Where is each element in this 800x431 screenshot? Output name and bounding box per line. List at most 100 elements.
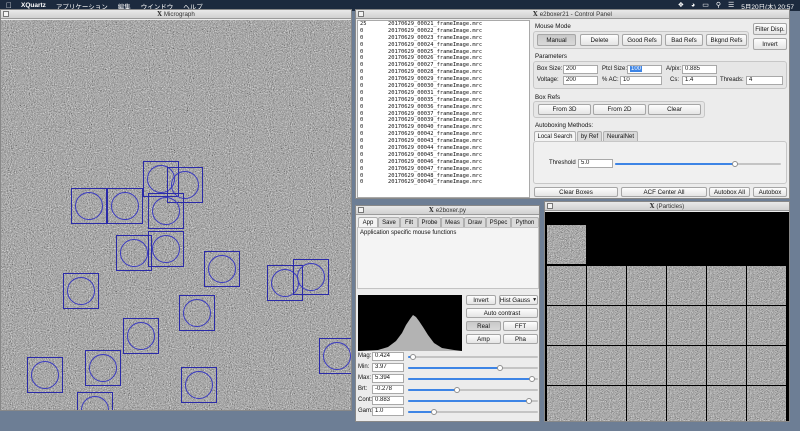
x11-icon[interactable]: ❖ <box>678 2 684 9</box>
mag-slider[interactable] <box>408 354 538 360</box>
particle-thumbnail[interactable] <box>667 346 706 385</box>
clear-refs-button[interactable]: Clear <box>648 104 701 115</box>
particle-thumbnail[interactable] <box>707 306 746 345</box>
micrograph-list[interactable]: 25 20170629_00021_frameImage.mrc 0 2017062… <box>357 20 530 198</box>
box-size-field[interactable]: 200 <box>563 65 598 74</box>
particle-box[interactable] <box>123 318 159 354</box>
battery-icon[interactable]: ▭ <box>702 2 709 9</box>
slider-knob[interactable] <box>454 387 461 393</box>
tab-neuralnet[interactable]: NeuralNet <box>603 131 638 141</box>
cont-field[interactable]: 0.883 <box>372 396 404 405</box>
particle-thumbnail[interactable] <box>707 346 746 385</box>
particle-box[interactable] <box>63 273 99 309</box>
tab-app[interactable]: App <box>358 217 378 227</box>
list-item[interactable]: 0 20170629_00046_frameImage.mrc <box>358 159 529 166</box>
list-item[interactable]: 0 20170629_00028_frameImage.mrc <box>358 69 529 76</box>
particle-thumbnail[interactable] <box>587 266 626 305</box>
list-item[interactable]: 0 20170629_00035_frameImage.mrc <box>358 97 529 104</box>
list-item[interactable]: 0 20170629_00043_frameImage.mrc <box>358 138 529 145</box>
wifi-icon[interactable]: ◕ <box>691 2 695 9</box>
particle-box[interactable] <box>319 338 351 374</box>
from-3d-button[interactable]: From 3D <box>538 104 591 115</box>
particle-box[interactable] <box>85 350 121 386</box>
threads-field[interactable]: 4 <box>746 76 783 85</box>
tab-probe[interactable]: Probe <box>418 217 441 227</box>
close-icon[interactable] <box>358 207 364 213</box>
particle-box[interactable] <box>107 188 143 224</box>
particle-thumbnail[interactable] <box>667 266 706 305</box>
particle-thumbnail[interactable] <box>747 386 786 421</box>
list-item[interactable]: 0 20170629_00026_frameImage.mrc <box>358 55 529 62</box>
list-item[interactable]: 0 20170629_00023_frameImage.mrc <box>358 35 529 42</box>
particle-thumbnail[interactable] <box>547 266 586 305</box>
cont-slider[interactable] <box>408 398 538 404</box>
list-item[interactable]: 0 20170629_00031_frameImage.mrc <box>358 90 529 97</box>
pct-ac-field[interactable]: 10 <box>620 76 662 85</box>
particle-thumbnail[interactable] <box>547 306 586 345</box>
particle-thumbnail[interactable] <box>627 386 666 421</box>
cs-field[interactable]: 1.4 <box>682 76 717 85</box>
particle-thumbnail[interactable] <box>667 306 706 345</box>
min-field[interactable]: 3.97 <box>372 363 404 372</box>
particle-thumbnail[interactable] <box>587 306 626 345</box>
brt-field[interactable]: -0.278 <box>372 385 404 394</box>
ptcl-size-field[interactable]: 100 <box>627 65 662 74</box>
list-item[interactable]: 0 20170629_00036_frameImage.mrc <box>358 104 529 111</box>
apix-field[interactable]: 0.885 <box>682 65 717 74</box>
particle-box[interactable] <box>77 392 113 410</box>
slider-knob[interactable] <box>497 365 504 371</box>
mouse-mode-bad-refs-button[interactable]: Bad Refs <box>665 34 703 46</box>
close-icon[interactable] <box>547 203 553 209</box>
tab-pspec[interactable]: PSpec <box>486 217 511 227</box>
histogram[interactable] <box>358 295 462 351</box>
from-2d-button[interactable]: From 2D <box>593 104 646 115</box>
control-center-icon[interactable]: ☰ <box>728 2 734 9</box>
particle-thumbnail[interactable] <box>627 306 666 345</box>
mouse-mode-delete-button[interactable]: Delete <box>580 34 619 46</box>
list-item[interactable]: 0 20170629_00045_frameImage.mrc <box>358 152 529 159</box>
amp-button[interactable]: Amp <box>466 334 501 344</box>
particle-box[interactable] <box>71 188 107 224</box>
search-icon[interactable]: ⚲ <box>716 2 721 9</box>
close-icon[interactable] <box>358 11 364 17</box>
list-item[interactable]: 0 20170629_00037_frameImage.mrc <box>358 111 529 118</box>
particle-thumbnail[interactable] <box>587 386 626 421</box>
micrograph-canvas[interactable] <box>1 20 351 410</box>
particle-thumbnail[interactable] <box>747 306 786 345</box>
invert-button[interactable]: Invert <box>753 38 787 50</box>
list-item[interactable]: 0 20170629_00042_frameImage.mrc <box>358 131 529 138</box>
micrograph-titlebar[interactable]: X Micrograph <box>1 10 351 19</box>
particle-thumbnail[interactable] <box>747 266 786 305</box>
list-item[interactable]: 0 20170629_00044_frameImage.mrc <box>358 145 529 152</box>
max-field[interactable]: 5.394 <box>372 374 404 383</box>
close-icon[interactable] <box>3 11 9 17</box>
list-item[interactable]: 0 20170629_00047_frameImage.mrc <box>358 166 529 173</box>
particle-box[interactable] <box>204 251 240 287</box>
slider-knob[interactable] <box>410 354 417 360</box>
particle-box[interactable] <box>148 193 184 229</box>
auto-contrast-button[interactable]: Auto contrast <box>466 308 538 318</box>
mouse-mode-bkgnd-refs-button[interactable]: Bkgnd Refs <box>706 34 747 46</box>
mouse-mode-manual-button[interactable]: Manual <box>537 34 576 46</box>
list-item[interactable]: 0 20170629_00022_frameImage.mrc <box>358 28 529 35</box>
pha-button[interactable]: Pha <box>503 334 538 344</box>
tab-save[interactable]: Save <box>378 217 400 227</box>
list-item[interactable]: 0 20170629_00039_frameImage.mrc <box>358 117 529 124</box>
real-button[interactable]: Real <box>466 321 501 331</box>
particle-box[interactable] <box>27 357 63 393</box>
e2boxer-titlebar[interactable]: Xe2boxer.py <box>356 206 539 215</box>
threshold-slider[interactable] <box>615 161 781 167</box>
list-item[interactable]: 0 20170629_00040_frameImage.mrc <box>358 124 529 131</box>
list-item[interactable]: 0 20170629_00025_frameImage.mrc <box>358 49 529 56</box>
invert-button[interactable]: Invert <box>466 295 496 305</box>
tab-draw[interactable]: Draw <box>464 217 486 227</box>
particle-thumbnail[interactable] <box>547 346 586 385</box>
tab-filt[interactable]: Filt <box>400 217 418 227</box>
menu-app-name[interactable]: XQuartz <box>21 2 46 9</box>
hist-mode-select[interactable]: Hist Gauss ▼ <box>499 295 538 305</box>
gam-field[interactable]: 1.0 <box>372 407 404 416</box>
particle-thumbnail[interactable] <box>627 346 666 385</box>
max-slider[interactable] <box>408 376 538 382</box>
gam-slider[interactable] <box>408 409 538 415</box>
control-panel-titlebar[interactable]: Xe2boxer21 - Control Panel <box>356 10 789 19</box>
